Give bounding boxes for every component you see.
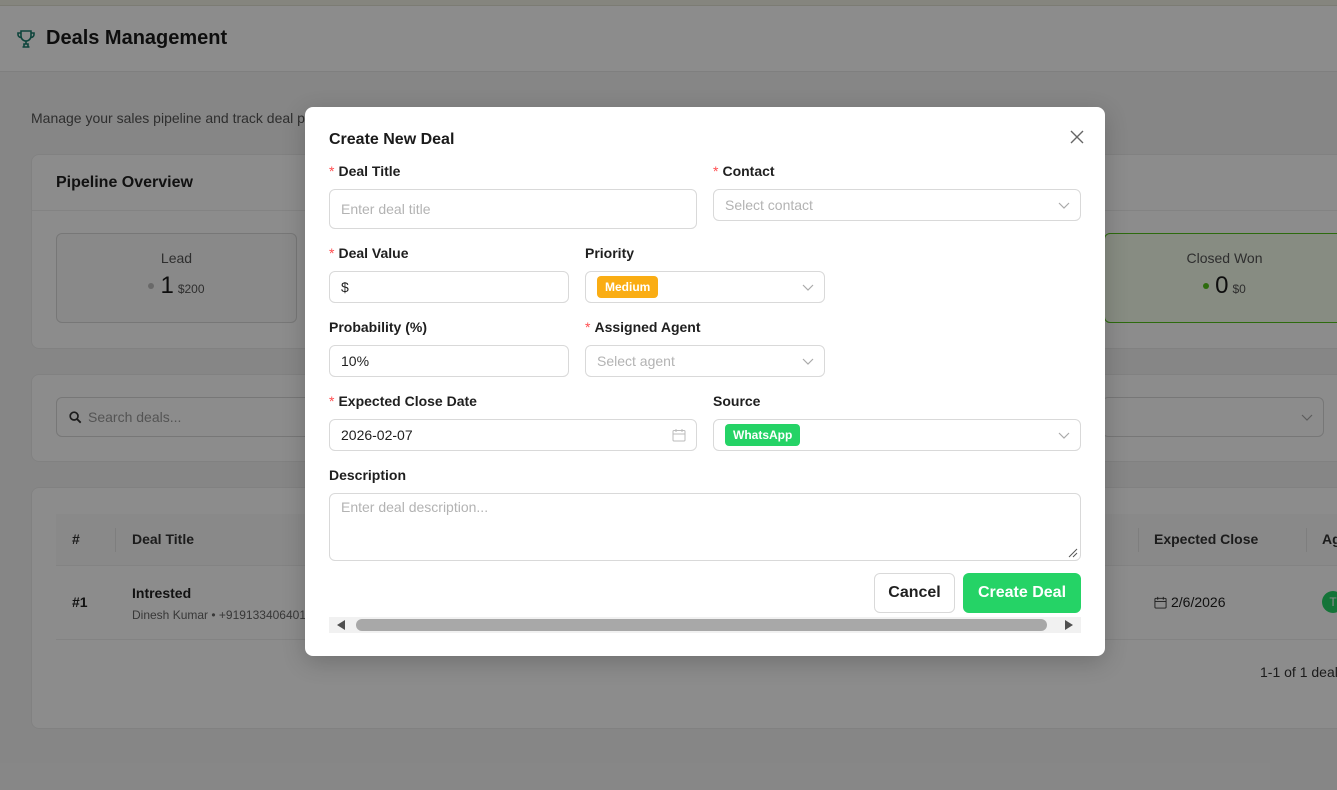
expected-close-date-picker[interactable]: 2026-02-07 <box>329 419 697 451</box>
chevron-down-icon <box>802 284 814 291</box>
deal-value-label: * Deal Value <box>329 245 409 261</box>
contact-label: * Contact <box>713 163 775 179</box>
scroll-left-arrow-icon[interactable] <box>335 619 347 631</box>
close-icon <box>1070 130 1084 144</box>
horizontal-scrollbar[interactable] <box>329 617 1081 633</box>
probability-label: Probability (%) <box>329 319 428 335</box>
cancel-button[interactable]: Cancel <box>874 573 955 613</box>
priority-select[interactable]: Medium <box>585 271 825 303</box>
expected-close-value: 2026-02-07 <box>341 427 413 443</box>
currency-prefix: $ <box>341 279 349 295</box>
create-deal-button[interactable]: Create Deal <box>963 573 1081 613</box>
probability-input[interactable]: 10% <box>329 345 569 377</box>
create-deal-modal: Create New Deal * Deal Title Enter deal t… <box>305 107 1105 656</box>
chevron-down-icon <box>1058 202 1070 209</box>
agent-placeholder: Select agent <box>597 353 675 369</box>
deal-title-label: * Deal Title <box>329 163 401 179</box>
description-placeholder: Enter deal description... <box>341 499 489 515</box>
calendar-icon <box>672 429 686 442</box>
scrollbar-thumb[interactable] <box>356 619 1047 631</box>
expected-close-label: * Expected Close Date <box>329 393 477 409</box>
contact-placeholder: Select contact <box>725 197 813 213</box>
chevron-down-icon <box>802 358 814 365</box>
priority-tag: Medium <box>597 276 659 298</box>
deal-title-input[interactable]: Enter deal title <box>329 189 697 229</box>
deal-value-input[interactable]: $ <box>329 271 569 303</box>
priority-label: Priority <box>585 245 635 261</box>
chevron-down-icon <box>1058 432 1070 439</box>
resize-handle-icon[interactable] <box>1068 548 1078 558</box>
close-button[interactable] <box>1065 125 1089 149</box>
assigned-agent-label: * Assigned Agent <box>585 319 701 335</box>
source-tag: WhatsApp <box>725 424 801 446</box>
source-label: Source <box>713 393 761 409</box>
source-select[interactable]: WhatsApp <box>713 419 1081 451</box>
modal-title: Create New Deal <box>329 131 455 148</box>
contact-select[interactable]: Select contact <box>713 189 1081 221</box>
scroll-right-arrow-icon[interactable] <box>1063 619 1075 631</box>
description-textarea[interactable]: Enter deal description... <box>329 493 1081 561</box>
description-label: Description <box>329 467 407 483</box>
assigned-agent-select[interactable]: Select agent <box>585 345 825 377</box>
